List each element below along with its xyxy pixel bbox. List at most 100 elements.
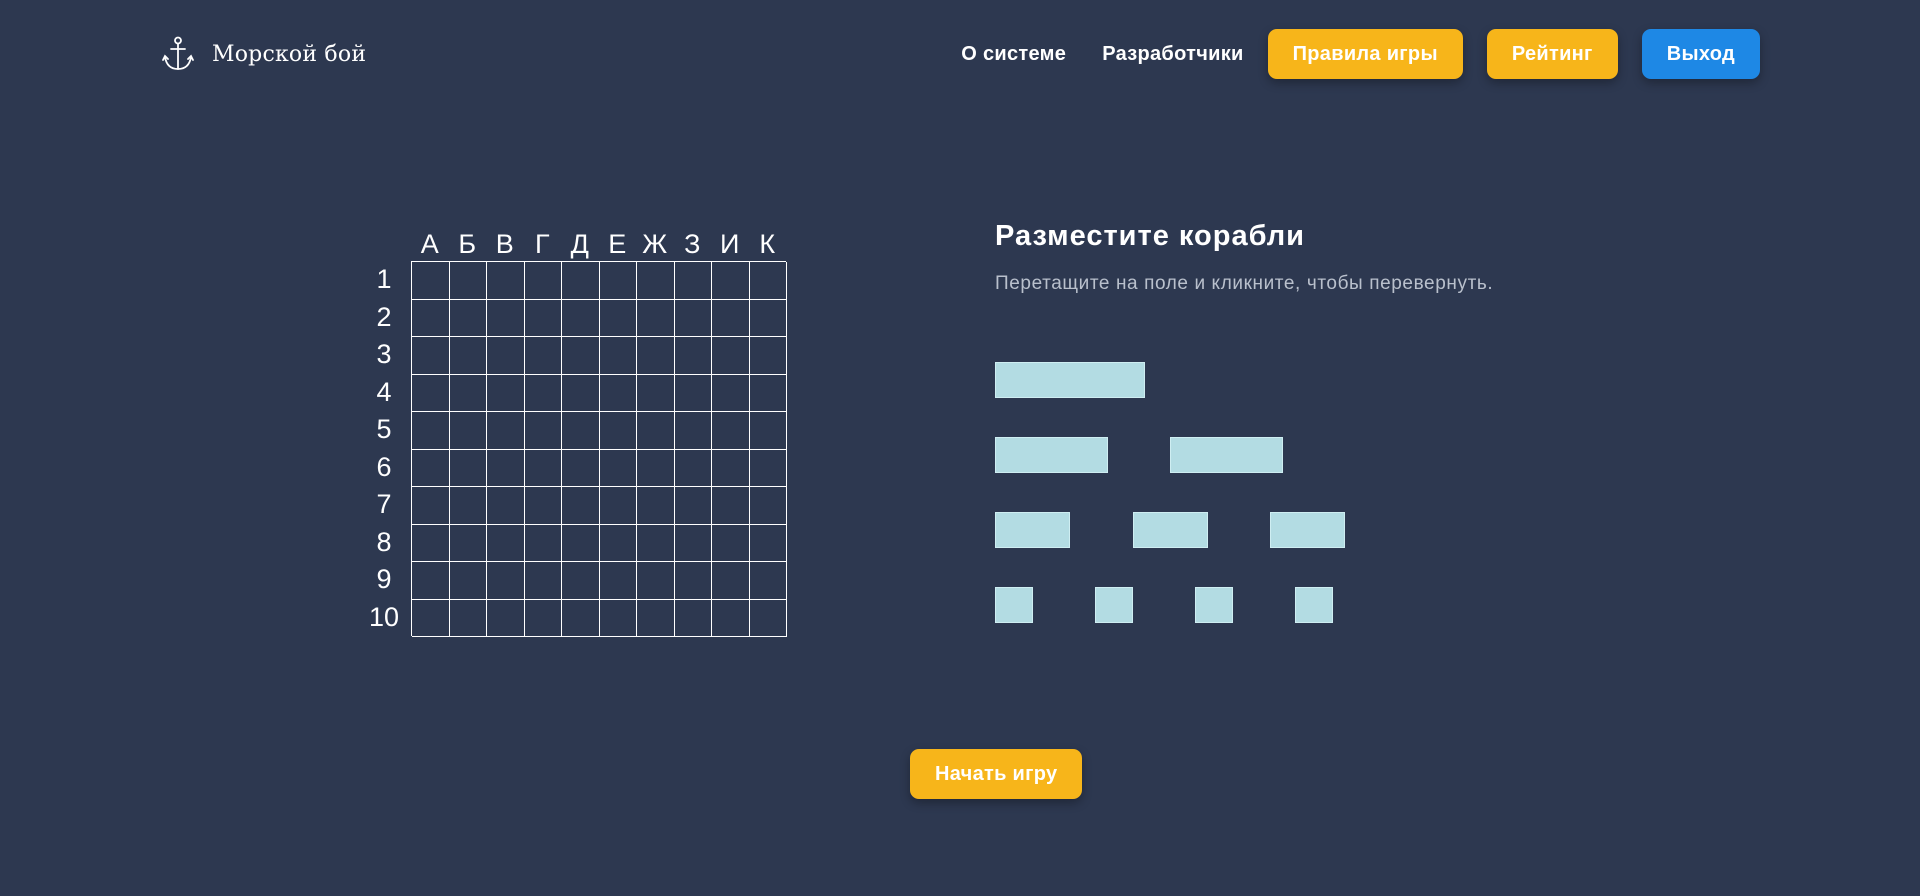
board-cell[interactable] [674, 337, 712, 375]
board-cell[interactable] [412, 449, 450, 487]
board-cell[interactable] [712, 299, 750, 337]
board-cell[interactable] [599, 374, 637, 412]
board-cell[interactable] [674, 299, 712, 337]
ship-3-deck[interactable] [995, 437, 1108, 473]
board-cell[interactable] [599, 299, 637, 337]
board-cell[interactable] [524, 412, 562, 450]
board-cell[interactable] [562, 487, 600, 525]
board-cell[interactable] [524, 449, 562, 487]
board-cell[interactable] [487, 374, 525, 412]
board-cell[interactable] [449, 374, 487, 412]
board-cell[interactable] [412, 299, 450, 337]
board-cell[interactable] [712, 412, 750, 450]
board-cell[interactable] [637, 599, 675, 637]
board-cell[interactable] [449, 299, 487, 337]
board-cell[interactable] [637, 337, 675, 375]
board-cell[interactable] [712, 524, 750, 562]
board-cell[interactable] [524, 299, 562, 337]
board-cell[interactable] [599, 562, 637, 600]
board-cell[interactable] [487, 412, 525, 450]
board-cell[interactable] [749, 599, 787, 637]
board-cell[interactable] [524, 562, 562, 600]
ship-2-deck[interactable] [995, 512, 1070, 548]
board-cell[interactable] [674, 262, 712, 300]
board-cell[interactable] [674, 524, 712, 562]
nav-link-about[interactable]: О системе [961, 43, 1066, 66]
board-cell[interactable] [487, 262, 525, 300]
board-cell[interactable] [637, 487, 675, 525]
board-cell[interactable] [562, 337, 600, 375]
board-cell[interactable] [637, 412, 675, 450]
board-cell[interactable] [712, 599, 750, 637]
board-cell[interactable] [562, 524, 600, 562]
ship-4-deck[interactable] [995, 362, 1145, 398]
board-cell[interactable] [749, 412, 787, 450]
board-cell[interactable] [487, 487, 525, 525]
board-cell[interactable] [412, 262, 450, 300]
board-cell[interactable] [487, 337, 525, 375]
board-cell[interactable] [749, 487, 787, 525]
board-cell[interactable] [674, 599, 712, 637]
board-cell[interactable] [674, 449, 712, 487]
rules-button[interactable]: Правила игры [1267, 29, 1463, 79]
board-cell[interactable] [412, 524, 450, 562]
board-cell[interactable] [712, 374, 750, 412]
board-cell[interactable] [637, 374, 675, 412]
rating-button[interactable]: Рейтинг [1486, 29, 1618, 79]
board-cell[interactable] [562, 599, 600, 637]
start-game-button[interactable]: Начать игру [910, 749, 1083, 799]
board-cell[interactable] [412, 337, 450, 375]
board-cell[interactable] [637, 562, 675, 600]
board-cell[interactable] [599, 412, 637, 450]
board-cell[interactable] [562, 562, 600, 600]
board-cell[interactable] [412, 374, 450, 412]
board-cell[interactable] [412, 562, 450, 600]
board-cell[interactable] [449, 524, 487, 562]
exit-button[interactable]: Выход [1641, 29, 1760, 79]
board-cell[interactable] [449, 412, 487, 450]
board-cell[interactable] [562, 299, 600, 337]
board-cell[interactable] [674, 562, 712, 600]
board-grid[interactable] [411, 261, 787, 637]
board-cell[interactable] [412, 599, 450, 637]
board-cell[interactable] [712, 337, 750, 375]
ship-1-deck[interactable] [1195, 587, 1233, 623]
board-cell[interactable] [749, 374, 787, 412]
ship-1-deck[interactable] [1295, 587, 1333, 623]
board-cell[interactable] [599, 337, 637, 375]
board-cell[interactable] [599, 599, 637, 637]
board-cell[interactable] [449, 599, 487, 637]
board-cell[interactable] [674, 374, 712, 412]
board-cell[interactable] [712, 562, 750, 600]
board-cell[interactable] [412, 412, 450, 450]
board-cell[interactable] [637, 449, 675, 487]
board-cell[interactable] [749, 299, 787, 337]
board-cell[interactable] [749, 524, 787, 562]
board-cell[interactable] [524, 374, 562, 412]
board-cell[interactable] [449, 562, 487, 600]
board-cell[interactable] [487, 299, 525, 337]
board-cell[interactable] [524, 262, 562, 300]
board-cell[interactable] [487, 599, 525, 637]
board-cell[interactable] [524, 524, 562, 562]
board-cell[interactable] [487, 562, 525, 600]
board-cell[interactable] [637, 299, 675, 337]
board-cell[interactable] [449, 449, 487, 487]
logo[interactable]: Морской бой [162, 36, 366, 72]
board-cell[interactable] [749, 562, 787, 600]
board-cell[interactable] [412, 487, 450, 525]
board-cell[interactable] [599, 449, 637, 487]
board-cell[interactable] [449, 262, 487, 300]
board-cell[interactable] [449, 337, 487, 375]
ship-3-deck[interactable] [1170, 437, 1283, 473]
board-cell[interactable] [712, 449, 750, 487]
board-cell[interactable] [599, 524, 637, 562]
ship-1-deck[interactable] [1095, 587, 1133, 623]
board-cell[interactable] [562, 374, 600, 412]
board-cell[interactable] [712, 262, 750, 300]
board-cell[interactable] [674, 487, 712, 525]
board-cell[interactable] [712, 487, 750, 525]
board-cell[interactable] [524, 599, 562, 637]
board-cell[interactable] [524, 337, 562, 375]
board-cell[interactable] [524, 487, 562, 525]
